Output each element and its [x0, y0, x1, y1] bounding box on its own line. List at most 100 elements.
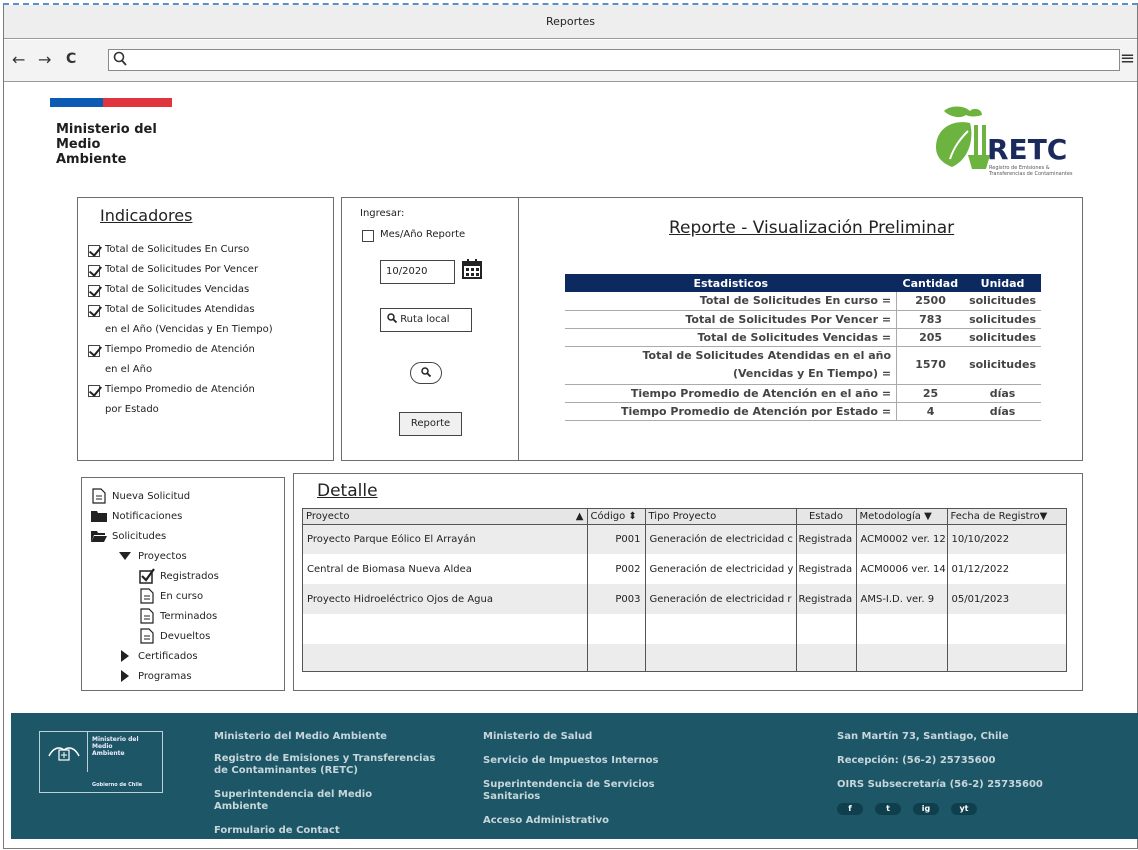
retc-logo-subtitle: Registro de Emisiones & Transferencias d… — [989, 165, 1073, 177]
reload-icon[interactable]: C — [66, 51, 76, 67]
ruta-local-button[interactable]: Ruta local — [380, 308, 472, 332]
indicadores-panel: Indicadores Total de Solicitudes En Curs… — [77, 197, 334, 461]
document-icon — [138, 587, 156, 605]
checkbox-checked[interactable] — [88, 385, 100, 397]
search-icon — [113, 51, 127, 66]
menu-icon[interactable]: ≡ — [1120, 48, 1135, 69]
social-links: f t ig yt — [837, 803, 1127, 815]
coat-of-arms-icon — [47, 747, 80, 761]
document-icon — [138, 627, 156, 645]
footer-link[interactable]: Registro de Emisiones y Transferencias d… — [214, 753, 444, 777]
search-icon — [421, 367, 432, 378]
col-metodologia[interactable]: Metodología ▼ — [856, 509, 948, 525]
footer-column-1: Ministerio del Medio Ambiente Registro d… — [214, 731, 444, 849]
col-fecha-registro[interactable]: Fecha de Registro▼ — [947, 509, 1066, 525]
footer-phone: Recepción: (56-2) 25735600 — [837, 755, 996, 766]
checked-box-icon — [138, 567, 156, 585]
caret-right-icon — [116, 647, 134, 665]
footer-link[interactable]: Servicio de Impuestos Internos — [483, 755, 713, 767]
browser-window: Reportes ← → C ≡ Ministerio del Medio Am… — [3, 3, 1138, 849]
footer-oirs: OIRS Subsecretaría (56-2) 25735600 — [837, 779, 1043, 790]
folder-open-icon — [90, 527, 108, 545]
document-icon — [90, 487, 108, 505]
tree-item-programas[interactable]: Programas — [90, 666, 219, 686]
table-row[interactable]: Proyecto Parque Eólico El Arrayán P001 Gen… — [303, 524, 1066, 554]
search-icon — [387, 313, 398, 324]
checkbox-checked[interactable] — [88, 245, 100, 257]
calendar-icon[interactable] — [461, 258, 483, 280]
site-footer: Ministerio del Medio Ambiente Gobierno de … — [11, 713, 1138, 839]
detalle-panel: Detalle Proyecto ▲ Código ⬍ Tipo Proyecto… — [293, 473, 1083, 691]
table-row[interactable]: Proyecto Hidroeléctrico Ojos de Agua P003… — [303, 584, 1066, 614]
stat-row: Total de Solicitudes Por Vencer = 783 soli… — [565, 310, 1041, 329]
checkbox-checked[interactable] — [88, 265, 100, 277]
caret-right-icon — [116, 667, 134, 685]
statistics-header: Estadisticos Cantidad Unidad — [565, 274, 1041, 292]
youtube-icon[interactable]: yt — [951, 803, 977, 815]
navigation-tree: Nueva Solicitud Notificaciones Solicitud… — [81, 477, 285, 691]
stat-row: Tiempo Promedio de Atención por Estado =… — [565, 402, 1041, 421]
sort-desc-icon: ▼ — [1039, 510, 1048, 522]
retc-logo-text: RETC — [987, 133, 1068, 166]
footer-link[interactable]: Ministerio del Medio Ambiente — [214, 731, 444, 743]
tree-item-certificados[interactable]: Certificados — [90, 646, 219, 666]
table-row-empty — [303, 614, 1066, 644]
report-preview-panel: Reporte - Visualización Preliminar Estad… — [518, 197, 1083, 461]
footer-link[interactable]: Superintendencia de Servicios Sanitarios — [483, 779, 713, 803]
gobierno-logo: Ministerio del Medio Ambiente Gobierno de … — [39, 731, 163, 793]
tree-item-proyectos[interactable]: Proyectos — [90, 546, 219, 566]
col-estadisticos: Estadisticos — [565, 274, 897, 292]
statistics-table: Estadisticos Cantidad Unidad Total de So… — [565, 274, 1041, 421]
indicador-tiempo-estado[interactable]: Tiempo Promedio de Atención por Estado — [88, 384, 273, 424]
sort-both-icon: ⬍ — [628, 510, 637, 522]
col-cantidad: Cantidad — [896, 274, 965, 292]
checkbox-checked[interactable] — [88, 285, 100, 297]
col-tipo-proyecto[interactable]: Tipo Proyecto — [645, 509, 797, 525]
mes-ano-checkbox[interactable] — [362, 230, 374, 242]
facebook-icon[interactable]: f — [837, 803, 863, 815]
tree-item-registrados[interactable]: Registrados — [90, 566, 219, 586]
forward-arrow-icon[interactable]: → — [38, 50, 51, 69]
instagram-icon[interactable]: ig — [913, 803, 939, 815]
detalle-grid: Proyecto ▲ Código ⬍ Tipo Proyecto Estado … — [302, 508, 1067, 672]
address-bar[interactable] — [108, 49, 1120, 71]
col-codigo[interactable]: Código ⬍ — [587, 509, 646, 525]
tree-item-terminados[interactable]: Terminados — [90, 606, 219, 626]
sort-desc-icon: ▼ — [924, 510, 932, 522]
report-form-panel: Ingresar: Mes/Año Reporte 10/2020 Ruta l… — [341, 197, 519, 461]
checkbox-checked[interactable] — [88, 305, 100, 317]
document-icon — [138, 607, 156, 625]
grid-header: Proyecto ▲ Código ⬍ Tipo Proyecto Estado … — [303, 509, 1066, 525]
indicador-atendidas[interactable]: Total de Solicitudes Atendidas en el Año … — [88, 304, 273, 344]
tree-item-devueltos[interactable]: Devueltos — [90, 626, 219, 646]
twitter-icon[interactable]: t — [875, 803, 901, 815]
stat-row: Total de Solicitudes En curso = 2500 solic… — [565, 292, 1041, 311]
stat-row: Total de Solicitudes Vencidas = 205 solici… — [565, 328, 1041, 347]
col-estado[interactable]: Estado — [796, 509, 857, 525]
footer-column-3: San Martín 73, Santiago, Chile Recepción… — [837, 731, 1127, 815]
tree-item-notificaciones[interactable]: Notificaciones — [90, 506, 219, 526]
caret-down-icon — [116, 547, 134, 565]
detalle-title: Detalle — [317, 481, 378, 501]
search-button[interactable] — [410, 362, 442, 384]
tree-item-solicitudes[interactable]: Solicitudes — [90, 526, 219, 546]
tree-item-en-curso[interactable]: En curso — [90, 586, 219, 606]
footer-link[interactable]: Formulario de Contact — [214, 825, 444, 837]
tree-item-nueva-solicitud[interactable]: Nueva Solicitud — [90, 486, 219, 506]
back-arrow-icon[interactable]: ← — [12, 50, 25, 69]
indicadores-list: Total de Solicitudes En Curso Total de S… — [88, 244, 273, 424]
footer-column-2: Ministerio de Salud Servicio de Impuesto… — [483, 731, 713, 839]
footer-link[interactable]: Superintendencia del Medio Ambiente — [214, 789, 394, 813]
sort-asc-icon: ▲ — [575, 510, 584, 522]
col-unidad: Unidad — [964, 274, 1041, 292]
footer-link[interactable]: Ministerio de Salud — [483, 731, 713, 743]
checkbox-checked[interactable] — [88, 345, 100, 357]
date-input[interactable]: 10/2020 — [380, 260, 455, 284]
indicador-tiempo-ano[interactable]: Tiempo Promedio de Atención en el Año — [88, 344, 273, 384]
table-row[interactable]: Central de Biomasa Nueva Aldea P002 Genera… — [303, 554, 1066, 584]
footer-link[interactable]: Acceso Administrativo — [483, 815, 713, 827]
mes-ano-label: Mes/Año Reporte — [380, 229, 466, 240]
col-proyecto[interactable]: Proyecto ▲ — [303, 509, 588, 525]
reporte-button[interactable]: Reporte — [399, 412, 462, 436]
ministry-logo-text: Ministerio del Medio Ambiente — [56, 122, 157, 167]
